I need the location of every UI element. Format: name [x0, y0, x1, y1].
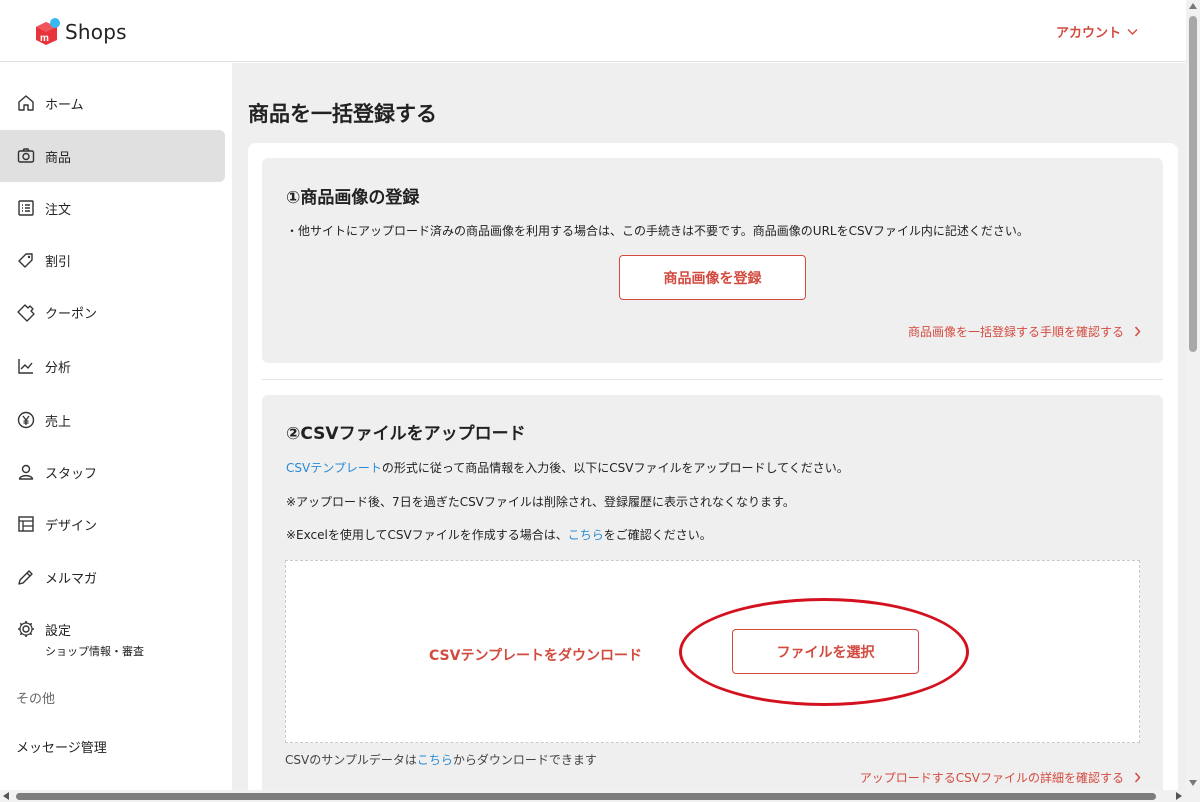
mercari-logo-icon: m	[33, 18, 61, 46]
page-title: 商品を一括登録する	[248, 102, 437, 126]
section-title: ②CSVファイルをアップロード	[286, 424, 526, 444]
sample-data-link[interactable]: こちら	[417, 753, 453, 767]
chart-icon	[18, 359, 33, 374]
vertical-scroll-thumb[interactable]	[1189, 16, 1197, 352]
csv-instructions: CSVテンプレートの形式に従って商品情報を入力後、以下にCSVファイルをアップロ…	[286, 459, 849, 476]
sidebar: ホーム 商品 注文 割引 クーポン 分析 売上 スタッフ デザイン メルマガ 設…	[0, 63, 232, 802]
sidebar-item-staff[interactable]: スタッフ	[0, 446, 225, 498]
sidebar-item-label: クーポン	[45, 306, 98, 322]
sample-data-note: CSVのサンプルデータはこちらからダウンロードできます	[285, 751, 597, 768]
sample-note-text: CSVのサンプルデータは	[285, 753, 417, 767]
yen-icon	[17, 411, 35, 429]
section-csv-upload: ②CSVファイルをアップロード CSVテンプレートの形式に従って商品情報を入力後…	[262, 395, 1163, 802]
sidebar-item-sales[interactable]: 売上	[0, 394, 225, 446]
chevron-right-icon	[1134, 772, 1141, 783]
sidebar-item-label: スタッフ	[45, 466, 98, 482]
divider	[262, 379, 1163, 380]
sidebar-item-analytics[interactable]: 分析	[0, 340, 225, 392]
section-title: ①商品画像の登録	[286, 188, 420, 208]
sidebar-section-other: その他	[16, 692, 56, 707]
csv-detail-link[interactable]: アップロードするCSVファイルの詳細を確認する	[860, 769, 1141, 786]
list-icon	[18, 200, 34, 216]
sidebar-item-orders[interactable]: 注文	[0, 182, 225, 234]
sidebar-item-design[interactable]: デザイン	[0, 498, 225, 550]
section-note: ・他サイトにアップロード済みの商品画像を利用する場合は、この手続きは不要です。商…	[286, 224, 1029, 238]
home-icon	[18, 95, 34, 111]
sidebar-item-label: 分析	[45, 360, 72, 376]
download-template-link[interactable]: CSVテンプレートをダウンロード	[429, 645, 642, 665]
tag-icon	[18, 253, 33, 268]
logo-text: Shops	[65, 20, 127, 44]
sidebar-item-sublabel: ショップ情報・審査	[45, 645, 144, 658]
csv-retention-note: ※アップロード後、7日を過ぎたCSVファイルは削除され、登録履歴に表示されなくな…	[286, 495, 795, 509]
top-header: m Shops アカウント	[0, 0, 1186, 62]
sidebar-item-label: 商品	[45, 150, 72, 166]
horizontal-scrollbar[interactable]	[0, 790, 1200, 802]
sidebar-item-discounts[interactable]: 割引	[0, 234, 225, 286]
image-procedure-link[interactable]: 商品画像を一括登録する手順を確認する	[908, 323, 1141, 340]
account-menu[interactable]: アカウント	[1056, 22, 1138, 41]
sidebar-item-label: 売上	[45, 414, 72, 430]
layout-icon	[18, 516, 34, 532]
sidebar-item-coupons[interactable]: クーポン	[0, 286, 225, 338]
sidebar-item-home[interactable]: ホーム	[0, 77, 225, 129]
svg-text:m: m	[40, 33, 49, 44]
vertical-scrollbar[interactable]	[1186, 0, 1200, 790]
gear-icon	[18, 621, 34, 637]
shops-logo[interactable]: m Shops	[33, 18, 127, 46]
camera-icon	[17, 148, 35, 163]
sidebar-item-products[interactable]: 商品	[0, 130, 225, 182]
scroll-right-arrow-icon[interactable]	[1176, 792, 1182, 800]
content-card: ①商品画像の登録 ・他サイトにアップロード済みの商品画像を利用する場合は、この手…	[248, 143, 1178, 802]
scroll-up-arrow-icon[interactable]	[1189, 3, 1197, 9]
scroll-down-arrow-icon[interactable]	[1189, 780, 1197, 786]
sidebar-item-settings[interactable]: 設定 ショップ情報・審査	[0, 611, 225, 667]
sidebar-item-newsletter[interactable]: メルマガ	[0, 551, 225, 603]
chevron-right-icon	[1134, 326, 1141, 337]
ticket-icon	[17, 304, 35, 322]
link-label: 商品画像を一括登録する手順を確認する	[907, 325, 1124, 339]
select-file-button[interactable]: ファイルを選択	[732, 629, 919, 674]
person-icon	[18, 464, 34, 480]
main-content: 商品を一括登録する ①商品画像の登録 ・他サイトにアップロード済みの商品画像を利…	[232, 63, 1186, 802]
horizontal-scroll-thumb[interactable]	[16, 793, 1156, 800]
register-images-button[interactable]: 商品画像を登録	[619, 255, 806, 300]
section-image-upload: ①商品画像の登録 ・他サイトにアップロード済みの商品画像を利用する場合は、この手…	[262, 158, 1163, 363]
chevron-down-icon	[1127, 28, 1138, 35]
scroll-left-arrow-icon[interactable]	[3, 792, 9, 800]
sidebar-item-label: ホーム	[45, 97, 84, 113]
excel-note: ※Excelを使用してCSVファイルを作成する場合は、こちらをご確認ください。	[286, 526, 712, 543]
sidebar-item-label: 注文	[45, 202, 72, 218]
excel-note-suffix: をご確認ください。	[603, 528, 712, 542]
link-label: アップロードするCSVファイルの詳細を確認する	[859, 771, 1124, 785]
csv-instructions-text: の形式に従って商品情報を入力後、以下にCSVファイルをアップロードしてください。	[381, 461, 849, 475]
sidebar-item-messages[interactable]: メッセージ管理	[16, 737, 107, 756]
csv-dropzone[interactable]: CSVテンプレートをダウンロード ファイルを選択	[285, 560, 1140, 743]
excel-help-link[interactable]: こちら	[568, 528, 604, 542]
sidebar-item-label: デザイン	[45, 518, 98, 534]
sidebar-item-label: メルマガ	[45, 571, 98, 587]
pen-icon	[18, 570, 33, 585]
sample-note-suffix: からダウンロードできます	[452, 753, 597, 767]
sidebar-item-label: 割引	[45, 254, 72, 270]
sidebar-item-label: 設定	[45, 623, 72, 639]
excel-note-text: ※Excelを使用してCSVファイルを作成する場合は、	[286, 528, 568, 542]
csv-template-link[interactable]: CSVテンプレート	[286, 461, 382, 475]
account-label: アカウント	[1055, 26, 1121, 41]
